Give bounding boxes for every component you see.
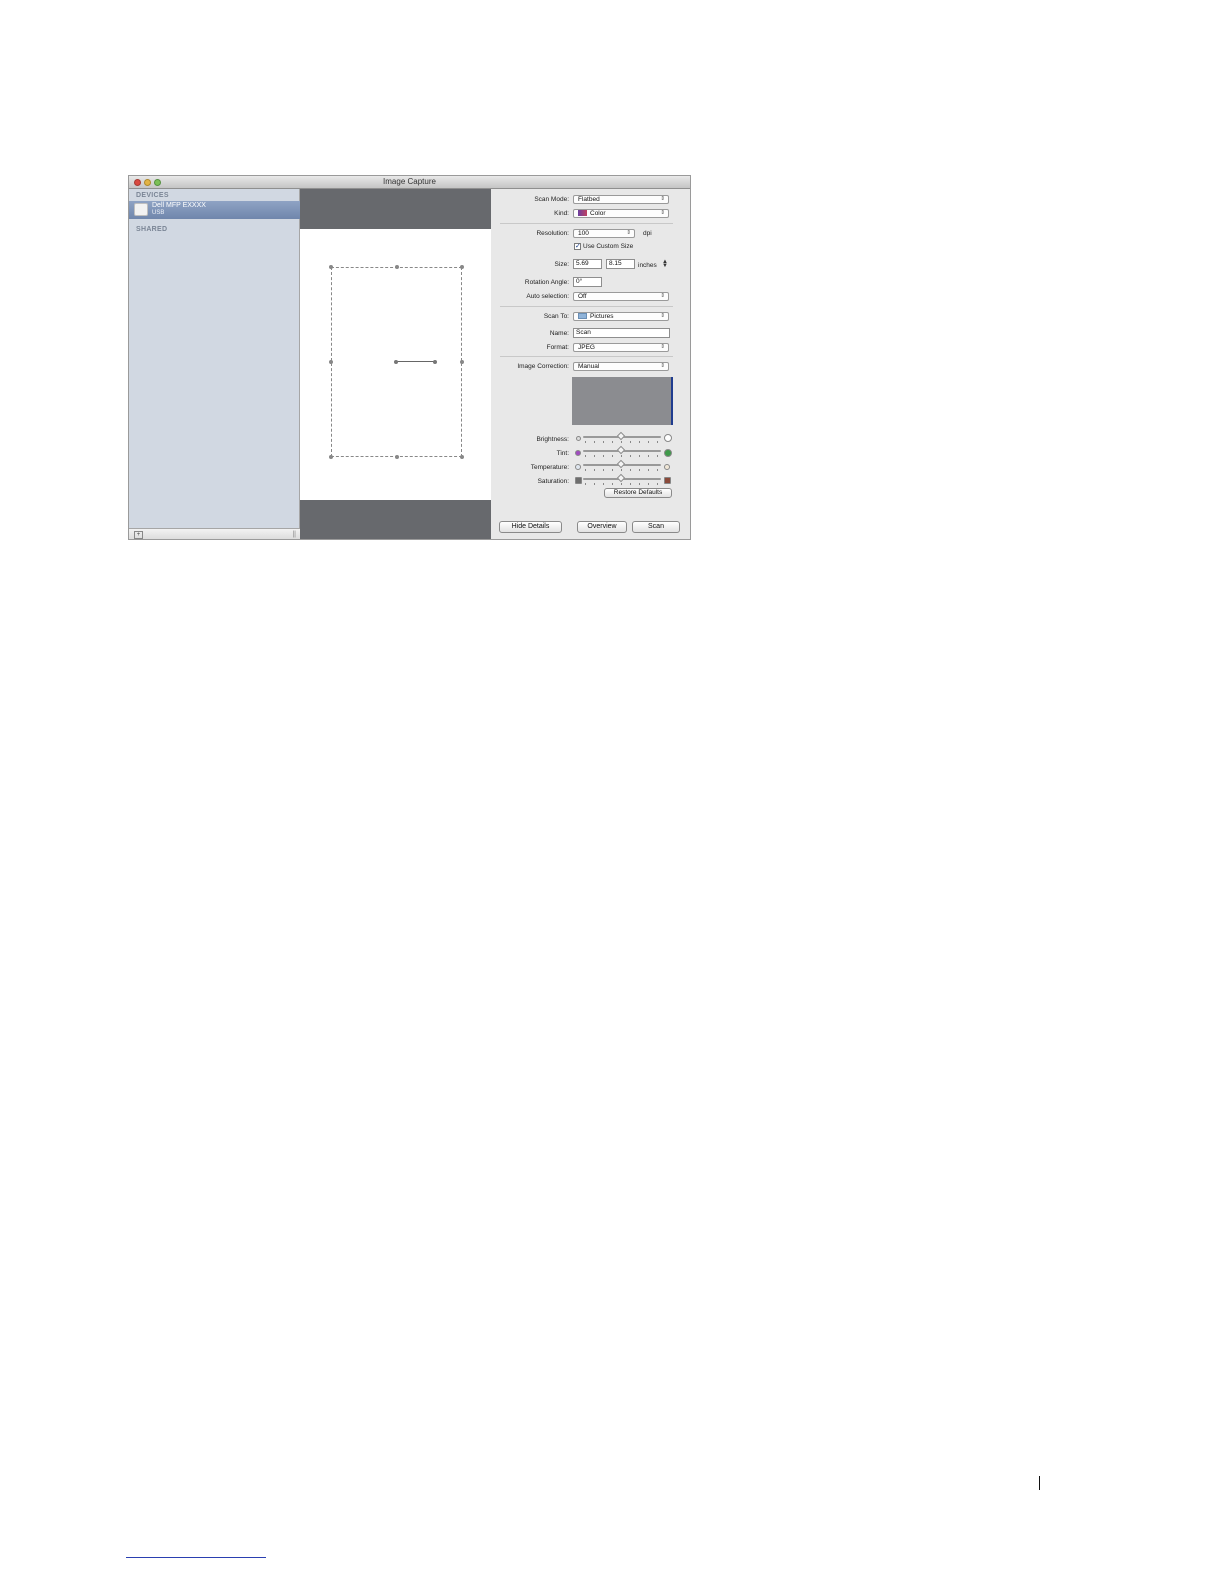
name-field[interactable]: Scan xyxy=(573,328,670,338)
device-name: Dell MFP EXXXX xyxy=(152,202,206,209)
add-device-button[interactable]: + xyxy=(134,531,143,539)
popup-arrow-icon: ⇕ xyxy=(660,313,665,319)
scan-mode-value: Flatbed xyxy=(578,196,600,203)
temperature-warm-icon xyxy=(664,464,670,470)
tint-label: Tint: xyxy=(556,450,569,457)
restore-defaults-button[interactable]: Restore Defaults xyxy=(604,488,672,498)
slider-ticks xyxy=(585,483,659,485)
slider-ticks xyxy=(585,469,659,471)
image-correction-popup[interactable]: Manual ⇕ xyxy=(573,362,669,371)
footer-link-underline[interactable] xyxy=(126,1557,266,1558)
image-capture-window: Image Capture DEVICES Dell MFP EXXXX USB… xyxy=(128,175,691,540)
size-width-field[interactable]: 5.69 xyxy=(573,259,602,269)
scan-to-value: Pictures xyxy=(590,313,614,320)
rotation-handle[interactable] xyxy=(433,360,437,364)
resolution-label: Resolution: xyxy=(536,230,569,237)
brightness-high-icon xyxy=(664,434,672,442)
overview-button[interactable]: Overview xyxy=(577,521,627,533)
auto-selection-label: Auto selection: xyxy=(526,293,569,300)
selection-handle-right[interactable] xyxy=(460,360,464,364)
separator xyxy=(500,356,673,357)
auto-selection-popup[interactable]: Off ⇕ xyxy=(573,292,669,301)
tint-magenta-icon xyxy=(575,450,581,456)
name-label: Name: xyxy=(549,330,569,337)
custom-size-checkbox[interactable]: ✓ xyxy=(574,243,581,250)
scan-mode-popup[interactable]: Flatbed ⇕ xyxy=(573,195,669,204)
popup-arrow-icon: ⇕ xyxy=(660,293,665,299)
rotation-center-dot xyxy=(394,360,398,364)
popup-arrow-icon: ⇕ xyxy=(660,363,665,369)
selection-handle-bottom-left[interactable] xyxy=(329,455,333,459)
scan-to-label: Scan To: xyxy=(543,313,569,320)
devices-heading: DEVICES xyxy=(136,192,169,199)
resolution-unit: dpi xyxy=(643,230,652,237)
size-unit-stepper-icon[interactable]: ▲ ▼ xyxy=(662,259,668,269)
popup-arrow-icon: ⇕ xyxy=(660,196,665,202)
color-swatch-icon xyxy=(578,210,587,216)
custom-size-label: Use Custom Size xyxy=(583,243,634,250)
sidebar-item-device[interactable]: Dell MFP EXXXX USB xyxy=(129,201,300,219)
rotation-angle-field[interactable]: 0° xyxy=(573,277,602,287)
scan-to-popup[interactable]: Pictures ⇕ xyxy=(573,312,669,321)
brightness-slider-thumb[interactable] xyxy=(616,431,626,441)
saturation-low-icon xyxy=(575,477,582,484)
selection-handle-top[interactable] xyxy=(395,265,399,269)
window-title: Image Capture xyxy=(383,177,436,186)
resolution-value: 100 xyxy=(578,230,589,237)
popup-arrow-icon: ⇕ xyxy=(660,210,665,216)
saturation-slider-thumb[interactable] xyxy=(616,473,626,483)
selection-handle-left[interactable] xyxy=(329,360,333,364)
hide-details-button[interactable]: Hide Details xyxy=(499,521,562,533)
brightness-low-icon xyxy=(576,436,581,441)
selection-handle-top-right[interactable] xyxy=(460,265,464,269)
resize-grip-icon[interactable]: || xyxy=(292,531,296,538)
separator xyxy=(500,306,673,307)
scanner-icon xyxy=(134,203,148,216)
selection-handle-top-left[interactable] xyxy=(329,265,333,269)
rotation-angle-label: Rotation Angle: xyxy=(524,279,569,286)
temperature-label: Temperature: xyxy=(530,464,569,471)
image-correction-value: Manual xyxy=(578,363,600,370)
scan-details-panel: Scan Mode: Flatbed ⇕ Kind: Color ⇕ Resol… xyxy=(491,189,690,539)
saturation-high-icon xyxy=(664,477,671,484)
popup-arrow-icon: ⇕ xyxy=(626,230,631,236)
auto-selection-value: Off xyxy=(578,293,587,300)
rotation-handle-line xyxy=(395,361,435,362)
kind-value: Color xyxy=(590,210,606,217)
separator xyxy=(500,223,673,224)
folder-icon xyxy=(578,313,587,319)
page-divider-mark xyxy=(1039,1476,1040,1490)
image-correction-label: Image Correction: xyxy=(517,363,569,370)
format-label: Format: xyxy=(546,344,569,351)
scan-button[interactable]: Scan xyxy=(632,521,680,533)
brightness-label: Brightness: xyxy=(536,436,569,443)
temperature-cool-icon xyxy=(575,464,581,470)
popup-arrow-icon: ⇕ xyxy=(660,344,665,350)
device-sidebar: DEVICES Dell MFP EXXXX USB SHARED + || xyxy=(129,189,300,539)
resolution-combo[interactable]: 100 ⇕ xyxy=(573,229,635,238)
preview-paper[interactable] xyxy=(300,229,491,500)
temperature-slider-thumb[interactable] xyxy=(616,459,626,469)
selection-handle-bottom[interactable] xyxy=(395,455,399,459)
tint-green-icon xyxy=(664,449,672,457)
scan-mode-label: Scan Mode: xyxy=(534,196,569,203)
title-bar[interactable]: Image Capture xyxy=(129,176,690,189)
shared-heading: SHARED xyxy=(136,226,168,233)
kind-label: Kind: xyxy=(554,210,569,217)
sidebar-footer: + || xyxy=(129,528,300,539)
tint-slider-thumb[interactable] xyxy=(616,445,626,455)
size-height-field[interactable]: 8.15 xyxy=(606,259,635,269)
slider-ticks xyxy=(585,455,659,457)
format-value: JPEG xyxy=(578,344,595,351)
kind-popup[interactable]: Color ⇕ xyxy=(573,209,669,218)
scan-preview xyxy=(300,189,491,539)
format-popup[interactable]: JPEG ⇕ xyxy=(573,343,669,352)
slider-ticks xyxy=(585,441,659,443)
histogram xyxy=(572,377,673,425)
saturation-label: Saturation: xyxy=(537,478,569,485)
size-label: Size: xyxy=(554,261,569,268)
selection-handle-bottom-right[interactable] xyxy=(460,455,464,459)
device-connection: USB xyxy=(152,210,165,216)
size-unit: inches xyxy=(638,262,657,269)
